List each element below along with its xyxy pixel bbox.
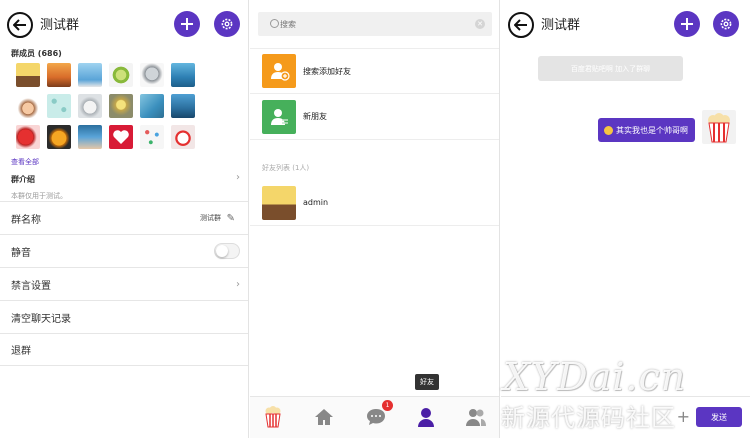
new-friends-label: 新朋友 — [303, 112, 327, 121]
row-label: 群名称 — [11, 214, 41, 226]
search-input[interactable] — [280, 16, 460, 32]
member-avatar[interactable] — [140, 125, 164, 149]
search-icon — [270, 19, 279, 28]
members-title: 群成员 (686) — [11, 49, 62, 58]
gear-icon — [720, 18, 732, 30]
chat-icon — [367, 409, 385, 425]
add-button[interactable] — [674, 11, 700, 37]
member-avatar[interactable] — [78, 63, 102, 87]
group-info-header: 测试群 — [0, 0, 248, 48]
chat-title: 测试群 — [541, 18, 581, 33]
member-avatar[interactable] — [171, 63, 195, 87]
member-avatar[interactable] — [16, 63, 40, 87]
home-icon — [315, 409, 333, 425]
member-avatar[interactable] — [47, 125, 71, 149]
member-avatar[interactable] — [109, 63, 133, 87]
tab-groups[interactable] — [462, 403, 490, 431]
group-info-panel: 测试群 群成员 (686) 查看全部 群介绍 › 本群仅用于测试。 群名称 测试… — [0, 0, 249, 438]
row-label: 静音 — [11, 247, 31, 259]
watermark-text: XYDai.cn — [503, 355, 687, 399]
pencil-icon[interactable]: ✎ — [227, 213, 235, 224]
avatar[interactable] — [702, 110, 736, 144]
chevron-right-icon: › — [236, 278, 240, 290]
group-intro-text: 本群仅用于测试。 — [11, 192, 67, 200]
add-button[interactable] — [174, 11, 200, 37]
new-friends-item[interactable]: 新朋友 — [250, 94, 499, 140]
member-avatar[interactable] — [140, 94, 164, 118]
member-avatar[interactable] — [109, 125, 133, 149]
tab-contacts[interactable] — [412, 403, 440, 431]
contacts-panel: ✕ 搜索添加好友 新朋友 好友列表 (1人) admin 好友 1 — [250, 0, 500, 438]
new-friends-icon — [262, 99, 296, 134]
group-name-value: 测试群 — [200, 214, 221, 222]
row-label: 禁言设置 — [11, 280, 51, 292]
plus-icon[interactable]: + — [677, 407, 690, 427]
add-friend-icon — [262, 54, 296, 88]
add-friend-label: 搜索添加好友 — [303, 66, 351, 76]
settings-button[interactable] — [214, 11, 240, 37]
member-avatar[interactable] — [109, 94, 133, 118]
mute-row: 静音 — [0, 234, 248, 267]
unread-badge: 1 — [382, 400, 393, 411]
message-text: 其实我也是个帅哥啊 — [616, 125, 688, 135]
watermark-subtext: 新源代源码社区 — [501, 404, 676, 432]
leave-group-row[interactable]: 退群 — [0, 333, 248, 366]
tab-messages[interactable]: 1 — [362, 400, 393, 431]
back-button[interactable] — [508, 12, 534, 38]
chevron-right-icon[interactable]: › — [236, 172, 240, 183]
member-avatar[interactable] — [171, 125, 195, 149]
back-button[interactable] — [7, 12, 33, 38]
member-avatar-grid — [16, 63, 202, 149]
smiley-emoji-icon — [604, 125, 613, 135]
ban-settings-row[interactable]: 禁言设置 › — [0, 267, 248, 300]
search-bar[interactable]: ✕ — [258, 12, 492, 36]
row-label: 清空聊天记录 — [11, 313, 71, 325]
popcorn-avatar-icon — [708, 113, 730, 143]
member-avatar[interactable] — [78, 125, 102, 149]
plus-icon — [681, 18, 693, 30]
settings-button[interactable] — [713, 11, 739, 37]
mute-toggle[interactable] — [214, 243, 240, 259]
member-avatar[interactable] — [47, 63, 71, 87]
add-friend-item[interactable]: 搜索添加好友 — [250, 48, 499, 94]
member-avatar[interactable] — [140, 63, 164, 87]
message-bubble[interactable]: 其实我也是个帅哥啊 — [598, 118, 695, 142]
plus-icon — [181, 18, 193, 30]
member-avatar[interactable] — [171, 94, 195, 118]
back-arrow-icon — [514, 19, 527, 31]
member-avatar[interactable] — [16, 125, 40, 149]
person-icon — [418, 408, 434, 427]
group-name-row[interactable]: 群名称 测试群 ✎ — [0, 201, 248, 234]
bottom-tab-bar: 1 — [250, 396, 499, 438]
clear-history-row[interactable]: 清空聊天记录 — [0, 300, 248, 333]
system-message: 百度君贴吧啊 加入了群聊 — [538, 56, 683, 81]
group-intro-title: 群介绍 — [11, 175, 35, 184]
friend-item[interactable]: admin — [250, 180, 499, 226]
friend-name: admin — [303, 198, 329, 207]
avatar — [262, 185, 296, 220]
chat-header: 测试群 — [501, 0, 750, 48]
group-icon — [466, 409, 486, 426]
gear-icon — [221, 18, 233, 30]
back-arrow-icon — [13, 19, 26, 31]
member-avatar[interactable] — [47, 94, 71, 118]
tab-me[interactable] — [259, 403, 287, 431]
clear-icon[interactable]: ✕ — [475, 19, 485, 29]
tab-tooltip: 好友 — [415, 374, 439, 390]
member-avatar[interactable] — [16, 94, 40, 118]
see-all-link[interactable]: 查看全部 — [11, 157, 39, 167]
page-title: 测试群 — [40, 18, 80, 33]
send-button[interactable]: 发送 — [696, 407, 742, 427]
friends-list-header: 好友列表 (1人) — [262, 164, 310, 172]
member-avatar[interactable] — [78, 94, 102, 118]
popcorn-avatar-icon — [265, 406, 281, 428]
row-label: 退群 — [11, 346, 31, 357]
tab-home[interactable] — [310, 403, 338, 431]
